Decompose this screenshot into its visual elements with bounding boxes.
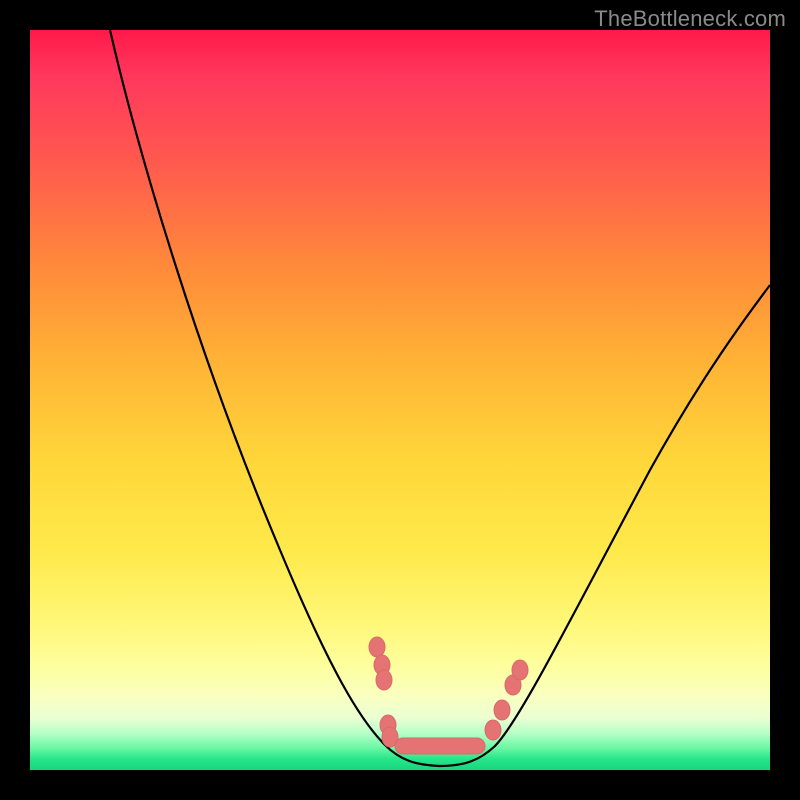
watermark-text: TheBottleneck.com [594,6,786,32]
marker-pill [395,738,485,754]
marker-dot [485,720,501,740]
marker-dot [512,660,528,680]
marker-dot [494,700,510,720]
bottleneck-curve [110,30,770,766]
chart-svg [30,30,770,770]
chart-frame: TheBottleneck.com [0,0,800,800]
plot-area [30,30,770,770]
marker-dot [369,637,385,657]
marker-dot [376,670,392,690]
